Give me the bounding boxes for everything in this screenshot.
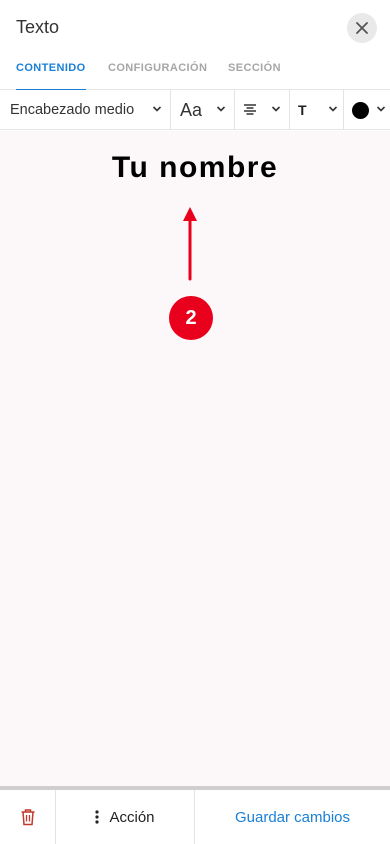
toolbar-divider (234, 90, 235, 130)
tab-seccion[interactable]: SECCIÓN (228, 54, 281, 90)
panel-footer: Acción Guardar cambios (0, 790, 390, 844)
heading-text[interactable]: Tu nombre (0, 151, 390, 185)
align-center-icon (244, 104, 256, 115)
close-button[interactable] (347, 13, 377, 43)
chevron-down-icon (271, 106, 281, 112)
text-editor-panel: Texto CONTENIDO CONFIGURACIÓN SECCIÓN En… (0, 0, 390, 844)
text-color-select[interactable] (352, 90, 390, 130)
text-transform-select[interactable]: T (298, 90, 338, 130)
font-size-select[interactable]: Aa (180, 90, 226, 130)
text-align-select[interactable] (243, 90, 281, 130)
text-preview-area[interactable]: Tu nombre 2 (0, 131, 390, 786)
step-badge: 2 (169, 296, 213, 340)
action-button[interactable]: Acción (56, 790, 194, 844)
chevron-down-icon (328, 106, 338, 112)
arrow-up-icon (183, 207, 197, 281)
format-toolbar: Encabezado medio Aa T (0, 90, 390, 130)
panel-title: Texto (16, 17, 60, 37)
tab-contenido[interactable]: CONTENIDO (16, 54, 86, 91)
color-swatch (352, 101, 369, 119)
chevron-down-icon (152, 106, 162, 112)
more-vertical-icon (95, 810, 100, 824)
chevron-down-icon (216, 106, 226, 112)
tab-bar: CONTENIDO CONFIGURACIÓN SECCIÓN (0, 54, 390, 91)
delete-button[interactable] (0, 790, 55, 844)
close-icon (356, 22, 368, 34)
chevron-down-icon (376, 106, 386, 112)
toolbar-divider (170, 90, 171, 130)
tab-configuracion[interactable]: CONFIGURACIÓN (108, 54, 207, 90)
heading-style-select[interactable]: Encabezado medio (10, 90, 162, 130)
action-label: Acción (109, 808, 155, 826)
heading-style-value: Encabezado medio (10, 102, 135, 118)
toolbar-divider (343, 90, 344, 130)
trash-icon (21, 809, 34, 826)
panel-header: Texto (0, 0, 390, 54)
toolbar-divider (289, 90, 290, 130)
text-transform-label: T (298, 102, 307, 118)
save-changes-button[interactable]: Guardar cambios (195, 790, 390, 844)
font-size-label: Aa (180, 99, 203, 120)
